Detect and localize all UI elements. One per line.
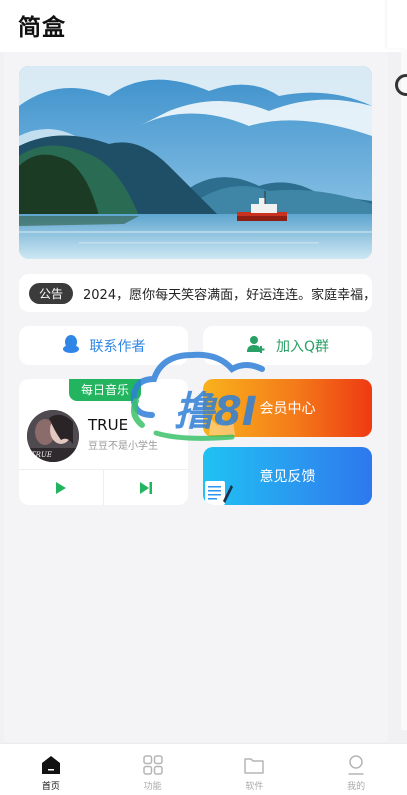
qq-icon	[62, 334, 80, 358]
album-cover[interactable]: TRUE	[27, 410, 79, 462]
play-icon	[56, 481, 66, 494]
app-title: 简盒	[18, 15, 66, 41]
next-icon	[140, 481, 152, 494]
song-title: TRUE	[88, 416, 129, 434]
announcement-bar[interactable]: 公告 2024，愿你每天笑容满面，好运连连。家庭幸福，	[19, 274, 372, 312]
song-artist: 豆豆不是小学生	[88, 441, 158, 452]
next-track-button[interactable]	[103, 470, 188, 505]
grid-icon	[142, 755, 163, 775]
side-panel-edge	[401, 50, 407, 730]
home-icon	[41, 756, 60, 774]
contact-author-label: 联系作者	[89, 338, 146, 355]
tab-features-label: 功能	[143, 782, 162, 792]
album-cover-text: TRUE	[31, 451, 52, 459]
side-panel-avatar-icon	[395, 74, 407, 96]
join-group-label: 加入Q群	[275, 338, 330, 355]
tab-profile-label: 我的	[347, 782, 366, 792]
feedback-document-icon	[203, 477, 233, 505]
tab-profile[interactable]: 我的	[305, 744, 407, 795]
tab-home[interactable]: 首页	[0, 744, 102, 795]
side-panel-peek[interactable]	[387, 0, 407, 48]
daily-music-badge: 每日音乐	[69, 379, 141, 401]
bottom-tab-bar: 首页 功能 软件 我的	[0, 743, 407, 795]
contact-author-button[interactable]: 联系作者	[19, 326, 188, 365]
music-controls	[19, 469, 188, 505]
announcement-tag: 公告	[29, 282, 74, 304]
join-group-button[interactable]: 加入Q群	[203, 326, 372, 365]
daily-music-card[interactable]: 每日音乐 TRUE TRUE 豆豆不是小学生	[19, 379, 188, 505]
banner-image[interactable]	[19, 66, 372, 259]
folder-icon	[244, 758, 265, 774]
feedback-label: 意见反馈	[259, 469, 316, 485]
play-button[interactable]	[19, 470, 103, 505]
tab-software[interactable]: 软件	[204, 744, 306, 795]
tab-software-label: 软件	[245, 782, 264, 792]
user-icon	[348, 755, 364, 775]
feedback-button[interactable]: 意见反馈	[203, 447, 372, 505]
top-bar: 简盒	[0, 0, 407, 52]
vip-crown-icon	[207, 411, 237, 437]
announcement-text: 2024，愿你每天笑容满面，好运连连。家庭幸福，	[83, 287, 372, 303]
tab-features[interactable]: 功能	[102, 744, 204, 795]
tab-home-label: 首页	[41, 782, 60, 792]
group-add-icon	[246, 334, 266, 358]
vip-center-label: 会员中心	[259, 401, 316, 417]
vip-center-button[interactable]: 会员中心	[203, 379, 372, 437]
